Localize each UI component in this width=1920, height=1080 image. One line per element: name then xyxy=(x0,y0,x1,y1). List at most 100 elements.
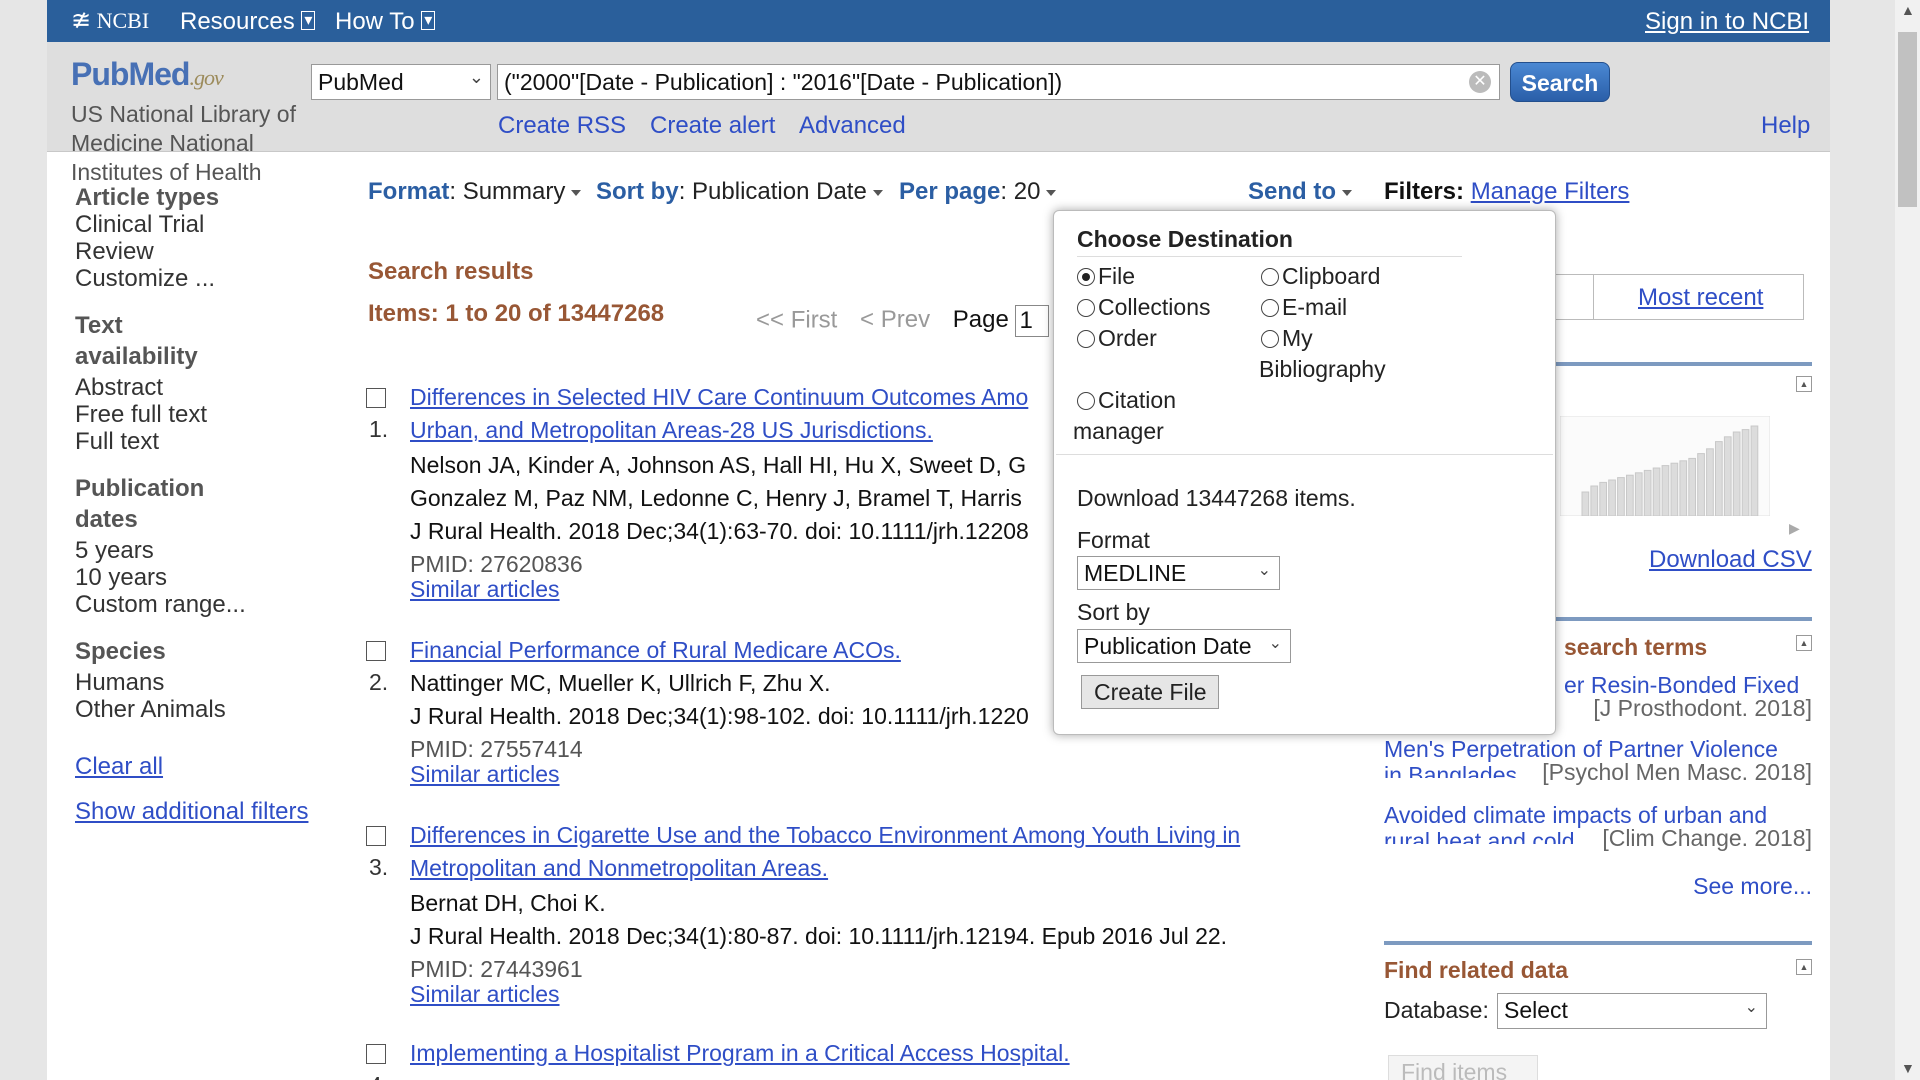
radio-icon xyxy=(1077,330,1095,348)
filter-review[interactable]: Review xyxy=(75,238,325,265)
year-bar[interactable] xyxy=(1715,441,1723,516)
database-select[interactable]: PubMed ⌄ xyxy=(311,64,491,100)
filter-5-years[interactable]: 5 years xyxy=(75,537,325,564)
clear-icon[interactable]: ✕ xyxy=(1469,71,1491,93)
ncbi-top-bar: ≇ NCBI Resources ▾ How To ▾ Sign in to N… xyxy=(47,0,1830,42)
recent-item-link-cont[interactable]: in Banglades xyxy=(1384,762,1517,778)
year-bar[interactable] xyxy=(1750,425,1759,516)
select-checkbox[interactable] xyxy=(366,388,386,408)
scrollbar-thumb[interactable] xyxy=(1898,32,1917,207)
year-bar[interactable] xyxy=(1723,436,1732,516)
sort-by-menu[interactable]: Sort by: Publication Date xyxy=(596,178,883,206)
filter-custom-range[interactable]: Custom range... xyxy=(75,591,325,618)
radio-icon xyxy=(1261,299,1279,317)
radio-citation-manager[interactable]: Citation xyxy=(1077,387,1176,414)
related-database-select[interactable]: Select ⌄ xyxy=(1497,993,1767,1029)
howto-menu[interactable]: How To ▾ xyxy=(335,8,436,36)
similar-articles-link[interactable]: Similar articles xyxy=(410,982,1336,1007)
create-rss-link[interactable]: Create RSS xyxy=(498,112,626,140)
find-related-data-panel: Find related data ▲ Database: Select ⌄ F… xyxy=(1384,941,1812,1080)
year-bar[interactable] xyxy=(1643,469,1652,516)
collapse-icon[interactable]: ▲ xyxy=(1796,376,1812,392)
clear-all-link[interactable]: Clear all xyxy=(75,753,325,780)
format-menu[interactable]: Format: Summary xyxy=(368,178,582,206)
filter-clinical-trial[interactable]: Clinical Trial xyxy=(75,211,325,238)
year-bar[interactable] xyxy=(1670,462,1679,516)
collapse-icon[interactable]: ▲ xyxy=(1796,635,1812,651)
caret-down-icon xyxy=(872,189,883,196)
select-checkbox[interactable] xyxy=(366,641,386,661)
filter-customize[interactable]: Customize ... xyxy=(75,265,325,292)
year-bar[interactable] xyxy=(1732,431,1741,516)
select-checkbox[interactable] xyxy=(366,826,386,846)
see-more-link[interactable]: See more... xyxy=(1693,873,1812,900)
year-bar[interactable] xyxy=(1706,448,1714,516)
year-bar[interactable] xyxy=(1688,457,1697,516)
manage-filters-link[interactable]: Manage Filters xyxy=(1471,178,1630,205)
page-number-input[interactable]: 1 xyxy=(1015,305,1050,337)
pubmed-logo[interactable]: PubMed.gov xyxy=(71,56,224,93)
results-by-year-chart xyxy=(1560,416,1770,516)
scroll-down-icon[interactable]: ▼ xyxy=(1901,1060,1915,1076)
page-scrollbar[interactable]: ▲ ▼ xyxy=(1895,0,1920,1080)
result-title-link[interactable]: Differences in Cigarette Use and the Tob… xyxy=(410,819,1336,885)
filter-humans[interactable]: Humans xyxy=(75,669,325,696)
radio-clipboard[interactable]: Clipboard xyxy=(1261,263,1380,290)
year-bar[interactable] xyxy=(1697,453,1705,516)
filter-full-text[interactable]: Full text xyxy=(75,428,325,455)
similar-articles-link[interactable]: Similar articles xyxy=(410,762,1336,787)
year-bar[interactable] xyxy=(1741,429,1750,516)
file-format-select[interactable]: MEDLINE ⌄ xyxy=(1077,556,1280,590)
search-button[interactable]: Search xyxy=(1510,62,1610,102)
scroll-up-icon[interactable]: ▲ xyxy=(1901,2,1915,18)
result-title-link[interactable]: Implementing a Hospitalist Program in a … xyxy=(410,1037,1336,1070)
radio-collections[interactable]: Collections xyxy=(1077,294,1211,321)
radio-order[interactable]: Order xyxy=(1077,325,1157,352)
show-additional-filters-link[interactable]: Show additional filters xyxy=(75,798,325,825)
year-bar[interactable] xyxy=(1626,474,1634,516)
year-bar[interactable] xyxy=(1617,477,1625,516)
divider xyxy=(1077,256,1462,257)
filter-10-years[interactable]: 10 years xyxy=(75,564,325,591)
collapse-icon[interactable]: ▲ xyxy=(1796,959,1812,975)
search-input[interactable]: ("2000"[Date - Publication] : "2016"[Dat… xyxy=(497,64,1500,100)
download-csv-link[interactable]: Download CSV xyxy=(1649,546,1812,574)
find-items-button[interactable]: Find items xyxy=(1388,1055,1538,1080)
advanced-link[interactable]: Advanced xyxy=(799,112,906,140)
most-recent-tab[interactable]: Most recent xyxy=(1638,284,1763,312)
send-to-menu[interactable]: Send to xyxy=(1248,178,1352,206)
filter-other-animals[interactable]: Other Animals xyxy=(75,696,325,723)
resources-menu[interactable]: Resources ▾ xyxy=(180,8,316,36)
result-number: 4 xyxy=(369,1069,382,1080)
year-bar[interactable] xyxy=(1652,467,1661,516)
radio-email[interactable]: E-mail xyxy=(1261,294,1347,321)
create-file-button[interactable]: Create File xyxy=(1081,675,1220,709)
year-bar[interactable] xyxy=(1634,472,1643,516)
year-bar[interactable] xyxy=(1608,479,1616,516)
result-number: 1. xyxy=(369,416,389,442)
create-alert-link[interactable]: Create alert xyxy=(650,112,775,140)
help-link[interactable]: Help xyxy=(1761,112,1810,140)
first-page-link[interactable]: << First xyxy=(756,306,837,333)
year-bar[interactable] xyxy=(1581,491,1590,516)
prev-page-link[interactable]: < Prev xyxy=(860,306,930,333)
caret-down-icon xyxy=(571,189,582,196)
per-page-menu[interactable]: Per page: 20 xyxy=(899,178,1057,206)
file-sort-select[interactable]: Publication Date ⌄ xyxy=(1077,629,1291,663)
filter-abstract[interactable]: Abstract xyxy=(75,374,325,401)
year-bar[interactable] xyxy=(1679,460,1688,516)
radio-my-bibliography[interactable]: My xyxy=(1261,325,1313,352)
scroll-right-icon[interactable]: ▶ xyxy=(1789,520,1800,537)
caret-down-icon xyxy=(1342,189,1352,196)
divider xyxy=(1056,454,1553,455)
sign-in-link[interactable]: Sign in to NCBI xyxy=(1645,8,1809,36)
select-checkbox[interactable] xyxy=(366,1044,386,1064)
ncbi-logo[interactable]: ≇ NCBI xyxy=(71,6,149,35)
year-bar[interactable] xyxy=(1599,481,1607,516)
year-bar[interactable] xyxy=(1590,485,1599,516)
dropdown-icon: ▾ xyxy=(301,11,316,30)
year-bar[interactable] xyxy=(1661,465,1670,516)
radio-file[interactable]: File xyxy=(1077,263,1135,290)
recent-item-link-cont[interactable]: rural heat and cold xyxy=(1384,828,1575,844)
filter-free-full-text[interactable]: Free full text xyxy=(75,401,325,428)
